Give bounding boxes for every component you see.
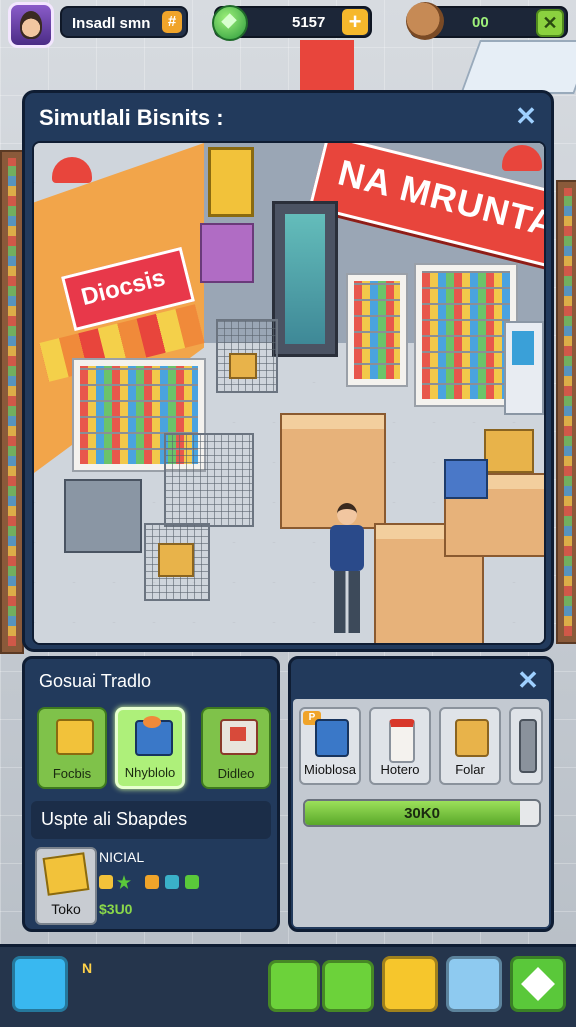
cardboard-box	[158, 543, 194, 577]
drink-fridge[interactable]	[272, 201, 338, 357]
back-shelf[interactable]	[414, 263, 518, 407]
store-scene[interactable]: NA MRUNTA Diocsis	[32, 141, 546, 645]
inventory-tile-mioblosa[interactable]: P Mioblosa	[299, 707, 361, 785]
diamond-icon[interactable]	[510, 956, 566, 1012]
coin-stat-icon	[99, 875, 113, 889]
upgrade-price: $3U0	[99, 901, 133, 917]
back-shelf[interactable]	[346, 273, 408, 387]
simulation-panel: Simutlali Bisnits : ✕ NA MRUNTA Diocsis	[22, 90, 554, 652]
upgrade-item-tile[interactable]: Toko	[35, 847, 97, 925]
inventory-tile-label: Hotero	[380, 762, 420, 777]
upgrade-section-header: Uspte ali Sbapdes	[31, 801, 271, 839]
hud-close-button[interactable]: ✕	[536, 9, 564, 37]
inventory-panel: ✕ P Mioblosa Hotero Folar 30K0	[288, 656, 554, 932]
star-icon[interactable]	[322, 960, 374, 1012]
coins-value: 00	[472, 14, 489, 31]
trade-card-label: Didleo	[217, 766, 255, 781]
inventory-tile-folar[interactable]: Folar	[439, 707, 501, 785]
player-avatar[interactable]	[8, 2, 54, 48]
cardboard-box	[229, 353, 257, 379]
cup-icon	[389, 719, 415, 763]
star-stat-icon	[117, 875, 131, 889]
add-gems-button[interactable]: +	[342, 9, 368, 35]
upgrade-item-name: NICIAL	[99, 849, 145, 865]
tool-icon	[519, 719, 537, 773]
chat-bubble-icon[interactable]	[382, 956, 438, 1012]
green-stat-icon	[185, 875, 199, 889]
yellow-box-icon	[56, 719, 94, 755]
red-box-icon	[220, 719, 258, 755]
trade-card-focbis[interactable]: Focbis	[37, 707, 107, 789]
trade-panel-title: Gosuai Tradlo	[39, 671, 152, 691]
inventory-tile-tool[interactable]	[509, 707, 543, 785]
tooth-icon[interactable]	[12, 956, 68, 1012]
inventory-tile-label: Folar	[455, 762, 485, 777]
cardboard-box-icon	[455, 719, 489, 757]
progress-text: 30K0	[404, 805, 440, 822]
inventory-content: P Mioblosa Hotero Folar 30K0	[293, 699, 549, 927]
display-stand	[200, 223, 254, 283]
wall-poster	[208, 147, 254, 217]
gem-icon	[212, 5, 248, 41]
blue-box-icon	[135, 716, 173, 756]
side-sign-text: Diocsis	[78, 264, 168, 312]
blue-crate-icon	[315, 719, 349, 757]
cash-register-icon[interactable]	[268, 960, 320, 1012]
top-hud: Insadl smn # 5157 + 00 ✕	[0, 0, 576, 52]
player-name-box[interactable]: Insadl smn #	[60, 6, 188, 38]
shopkeeper-character[interactable]	[326, 503, 366, 638]
upgrade-stat-icons	[99, 875, 209, 893]
player-name: Insadl smn	[72, 15, 151, 32]
panel-close-button[interactable]: ✕	[513, 103, 539, 129]
bottom-bar-label: N	[82, 960, 93, 976]
product-box	[444, 459, 488, 499]
hash-icon[interactable]: #	[162, 11, 182, 33]
shopping-cart[interactable]	[164, 433, 254, 527]
trash-icon[interactable]	[446, 956, 502, 1012]
gems-value: 5157	[292, 14, 326, 31]
coins-counter: 00 ✕	[406, 2, 568, 40]
hedgehog-icon	[406, 2, 444, 40]
panel-title: Simutlali Bisnits :	[39, 105, 224, 130]
inventory-tile-hotero[interactable]: Hotero	[369, 707, 431, 785]
storage-crate	[64, 479, 142, 553]
blue-stat-icon	[165, 875, 179, 889]
upgrade-item-tile-label: Toko	[51, 901, 81, 917]
atm-kiosk[interactable]	[504, 321, 544, 415]
orange-stat-icon	[145, 875, 159, 889]
trade-card-nhyblolo[interactable]: Nhyblolo	[115, 707, 185, 789]
inventory-progress-bar: 30K0	[303, 799, 541, 827]
background-shelf-left	[0, 150, 24, 654]
cardboard-box	[484, 429, 534, 473]
trade-card-label: Nhyblolo	[124, 765, 176, 780]
trade-card-didleo[interactable]: Didleo	[201, 707, 271, 789]
gems-counter: 5157 +	[212, 5, 372, 41]
treasure-box-icon	[42, 852, 90, 896]
upgrade-section-title: Uspte ali Sbapdes	[41, 809, 188, 829]
trade-card-label: Focbis	[52, 766, 92, 781]
trade-panel: Gosuai Tradlo Focbis Nhyblolo Didleo Usp…	[22, 656, 280, 932]
background-shelf-right	[556, 180, 576, 644]
inventory-tile-label: Mioblosa	[303, 762, 357, 777]
inventory-close-button[interactable]: ✕	[515, 667, 541, 693]
